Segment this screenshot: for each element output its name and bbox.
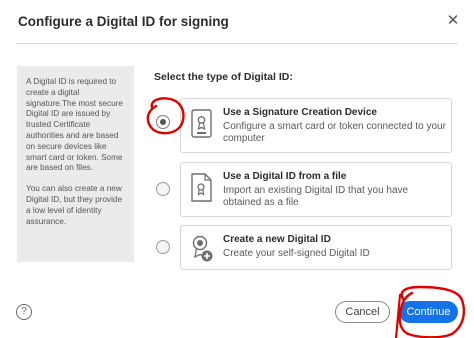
dialog-title: Configure a Digital ID for signing (18, 14, 229, 29)
option-digital-id-file[interactable]: Use a Digital ID from a file Import an e… (180, 162, 452, 217)
radio-new-digital-id[interactable] (156, 240, 170, 254)
info-paragraph-2: You can also create a new Digital ID, bu… (26, 184, 123, 226)
option-title: Use a Signature Creation Device (223, 107, 377, 118)
radio-signature-device[interactable] (156, 115, 170, 129)
option-signature-device[interactable]: Use a Signature Creation Device Configur… (180, 98, 452, 153)
info-panel: A Digital ID is required to create a dig… (17, 66, 134, 262)
section-label: Select the type of Digital ID: (154, 71, 293, 83)
option-new-digital-id[interactable]: Create a new Digital ID Create your self… (180, 225, 452, 270)
help-icon[interactable]: ? (16, 304, 32, 320)
option-description: Create your self-signed Digital ID (223, 248, 370, 259)
continue-button[interactable]: Continue (399, 301, 458, 323)
new-digital-id-icon (192, 235, 213, 262)
cancel-button[interactable]: Cancel (335, 301, 390, 323)
title-divider (16, 43, 458, 44)
info-paragraph-1: A Digital ID is required to create a dig… (26, 77, 123, 173)
digital-id-file-icon (191, 173, 212, 202)
radio-digital-id-file[interactable] (156, 182, 170, 196)
option-description: Import an existing Digital ID that you h… (223, 185, 409, 208)
close-icon[interactable]: ✕ (445, 13, 461, 29)
signature-device-icon (191, 109, 212, 138)
option-description: Configure a smart card or token connecte… (223, 121, 446, 144)
digital-id-dialog: Configure a Digital ID for signing ✕ A D… (0, 0, 474, 338)
option-title: Create a new Digital ID (223, 234, 331, 245)
option-title: Use a Digital ID from a file (223, 171, 347, 182)
